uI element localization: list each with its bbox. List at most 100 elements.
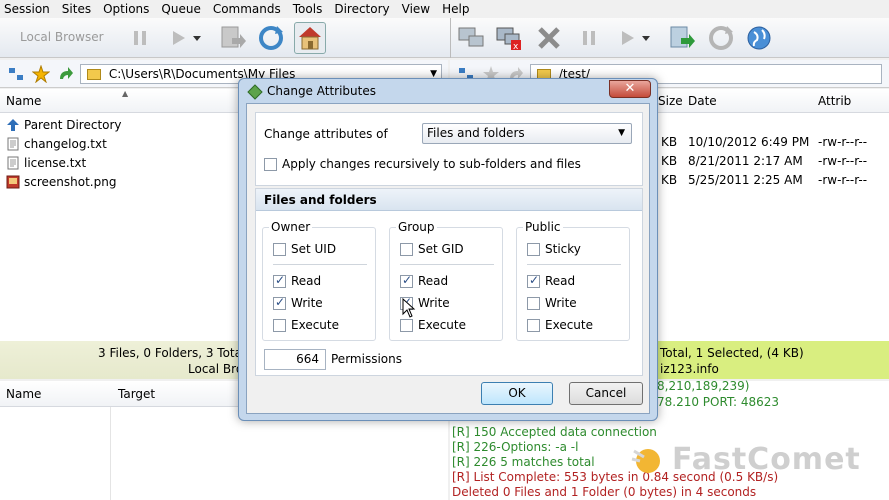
globe-icon[interactable] xyxy=(743,22,775,54)
dialog-title: Change Attributes xyxy=(267,84,376,98)
public-sticky-checkbox[interactable]: Sticky xyxy=(527,242,581,256)
chevron-down-icon: ▼ xyxy=(618,128,625,138)
menu-session[interactable]: Session xyxy=(4,2,50,16)
local-browser-button[interactable]: Local Browser xyxy=(20,30,104,44)
text-file-icon xyxy=(6,156,20,170)
owner-group: Owner Set UID Read Write Execute xyxy=(262,220,376,341)
remote-col-size[interactable]: Size xyxy=(658,94,683,108)
log-line: [R] 150 Accepted data connection xyxy=(452,425,657,439)
row-date: 8/21/2011 2:17 AM xyxy=(688,154,803,168)
menu-queue[interactable]: Queue xyxy=(161,2,200,16)
menu-options[interactable]: Options xyxy=(103,2,149,16)
home-icon[interactable] xyxy=(294,22,326,54)
permissions-label: Permissions xyxy=(331,352,402,366)
public-execute-checkbox[interactable]: Execute xyxy=(527,318,593,332)
recursive-checkbox[interactable]: Apply changes recursively to sub-folders… xyxy=(264,157,581,171)
dialog-app-icon xyxy=(247,84,263,103)
recursive-label: Apply changes recursively to sub-folders… xyxy=(282,157,581,171)
public-read-checkbox[interactable]: Read xyxy=(527,273,575,288)
list-item[interactable]: Parent Directory xyxy=(6,115,122,134)
text-file-icon xyxy=(6,137,20,151)
change-attributes-select[interactable]: Files and folders ▼ xyxy=(422,123,632,144)
owner-read-checkbox[interactable]: Read xyxy=(273,273,321,288)
queue-col-name[interactable]: Name xyxy=(6,387,41,401)
local-col-name[interactable]: Name xyxy=(6,94,41,108)
owner-execute-checkbox[interactable]: Execute xyxy=(273,318,339,332)
remote-col-attrib[interactable]: Attrib xyxy=(818,94,851,108)
section-title: Files and folders xyxy=(256,189,642,211)
public-group: Public Sticky Read Write Execute xyxy=(516,220,630,341)
menu-directory[interactable]: Directory xyxy=(334,2,389,16)
favorites-star-icon[interactable] xyxy=(31,64,51,86)
menu-view[interactable]: View xyxy=(402,2,430,16)
toolbar-right: x xyxy=(450,18,889,58)
pause-icon[interactable] xyxy=(124,22,156,54)
parent-directory-icon xyxy=(6,118,20,132)
fastcomet-logo-icon xyxy=(631,448,660,473)
menu-bar: Session Sites Options Queue Commands Too… xyxy=(0,0,889,18)
dialog-body: Change attributes of Files and folders ▼… xyxy=(246,103,650,414)
group-read-checkbox[interactable]: Read xyxy=(400,273,448,288)
pause-remote-icon[interactable] xyxy=(573,22,605,54)
refresh-remote-icon[interactable] xyxy=(705,22,737,54)
ok-button[interactable]: OK xyxy=(481,382,553,405)
row-size: KB xyxy=(661,135,678,149)
play-remote-dropdown-icon[interactable] xyxy=(639,22,653,54)
target-group: Change attributes of Files and folders ▼… xyxy=(255,112,643,186)
local-site-icon[interactable] xyxy=(8,66,24,85)
list-item[interactable]: screenshot.png xyxy=(6,172,116,191)
menu-tools[interactable]: Tools xyxy=(293,2,323,16)
divider xyxy=(400,264,494,265)
public-write-checkbox[interactable]: Write xyxy=(527,296,577,310)
owner-set-uid-checkbox[interactable]: Set UID xyxy=(273,242,336,256)
cancel-transfer-icon[interactable] xyxy=(533,22,565,54)
owner-title: Owner xyxy=(269,220,313,234)
download-icon[interactable] xyxy=(665,22,697,54)
go-up-icon[interactable] xyxy=(56,65,74,86)
remote-col-date[interactable]: Date xyxy=(688,94,717,108)
change-attributes-dialog: Change Attributes ✕ Change attributes of… xyxy=(238,78,658,421)
divider xyxy=(273,264,367,265)
cancel-button[interactable]: Cancel xyxy=(569,382,643,405)
mouse-cursor-icon xyxy=(402,297,416,321)
menu-commands[interactable]: Commands xyxy=(213,2,281,16)
queue-col-target[interactable]: Target xyxy=(118,387,155,401)
row-date: 10/10/2012 6:49 PM xyxy=(688,135,810,149)
svg-text:x: x xyxy=(513,42,519,52)
log-line: [R] 226 5 matches total xyxy=(452,455,595,469)
close-button[interactable]: ✕ xyxy=(609,80,651,98)
list-item[interactable]: license.txt xyxy=(6,153,86,172)
watermark-text: FastComet xyxy=(672,442,861,477)
toolbar: Local Browser x xyxy=(0,18,889,58)
row-date: 5/25/2011 2:25 AM xyxy=(688,173,803,187)
play-dropdown-icon[interactable] xyxy=(190,22,204,54)
image-file-icon xyxy=(6,175,20,189)
transfer-icon[interactable] xyxy=(216,22,248,54)
disconnect-icon[interactable]: x xyxy=(493,22,525,54)
permissions-input[interactable]: 664 xyxy=(264,349,326,370)
log-line: Deleted 0 Files and 1 Folder (0 bytes) i… xyxy=(452,485,757,499)
file-name: screenshot.png xyxy=(24,174,117,189)
log-line: [R] 226-Options: -a -l xyxy=(452,440,579,454)
menu-sites[interactable]: Sites xyxy=(62,2,91,16)
group-set-gid-checkbox[interactable]: Set GID xyxy=(400,242,464,256)
recursive-checkbox-box[interactable] xyxy=(264,157,277,171)
log-line: 8,210,189,239) xyxy=(657,379,750,393)
connect-icon[interactable] xyxy=(455,22,487,54)
change-attributes-value: Files and folders xyxy=(427,126,525,140)
files-and-folders-group: Files and folders Owner Set UID Read Wri… xyxy=(255,188,643,376)
menu-help[interactable]: Help xyxy=(442,2,469,16)
group-group: Group Set GID Read Write Execute xyxy=(389,220,503,341)
refresh-icon[interactable] xyxy=(255,22,287,54)
toolbar-left: Local Browser xyxy=(0,18,448,58)
queue-column-divider xyxy=(110,407,111,500)
list-item[interactable]: changelog.txt xyxy=(6,134,107,153)
owner-write-checkbox[interactable]: Write xyxy=(273,295,323,310)
row-attrib: -rw-r--r-- xyxy=(818,173,868,187)
file-name: Parent Directory xyxy=(24,117,122,132)
row-size: KB xyxy=(661,154,678,168)
row-size: KB xyxy=(661,173,678,187)
folder-icon xyxy=(87,69,101,80)
fastcomet-watermark: FastComet xyxy=(630,442,861,477)
file-name: license.txt xyxy=(24,155,87,170)
